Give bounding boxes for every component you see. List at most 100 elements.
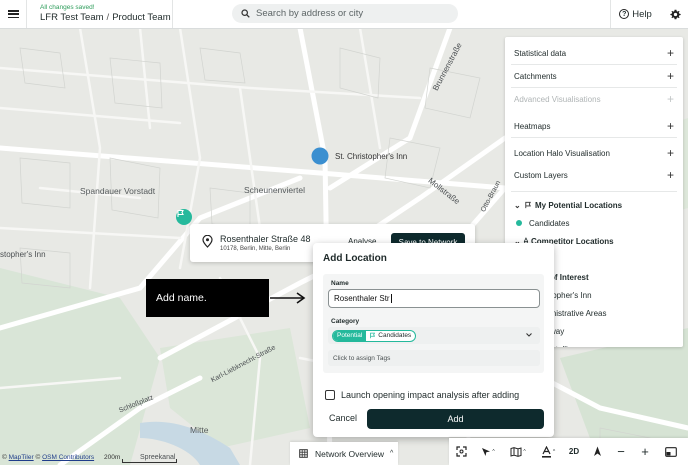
launch-analysis-checkbox[interactable] — [325, 390, 335, 400]
layer-catchments[interactable]: Catchments + — [505, 65, 683, 87]
tree-label: topher's Inn — [550, 290, 592, 300]
network-overview-label: Network Overview — [315, 448, 384, 459]
scale-label: 200m — [104, 454, 121, 461]
poi-marker-circle — [311, 147, 329, 165]
network-overview-toggle[interactable]: Network Overview ^ — [290, 442, 398, 465]
layer-label: Heatmaps — [514, 121, 551, 131]
project-title-block: All changes saved! LFR Test Team / Product… — [27, 0, 173, 28]
help-label: Help — [632, 8, 652, 20]
maptiler-link[interactable]: MapTiler — [9, 454, 34, 461]
text-caret — [390, 294, 392, 303]
save-status: All changes saved! — [40, 4, 95, 11]
cursor-icon — [482, 447, 491, 456]
osm-link[interactable]: OSM Contributors — [42, 454, 94, 461]
tags-input[interactable]: Click to assign Tags — [328, 350, 540, 366]
location-title: Rosenthaler Straße 48 — [220, 234, 311, 244]
scale-bar — [122, 459, 177, 463]
chevron-down-icon[interactable]: ⌄ — [514, 201, 524, 210]
plus-icon[interactable]: + — [667, 46, 674, 60]
layer-label: Statistical data — [514, 48, 567, 58]
layer-label: Custom Layers — [514, 170, 568, 180]
location-address: 10178, Berlin, Mitte, Berlin — [220, 246, 291, 252]
zoom-in-button[interactable]: + — [633, 438, 657, 465]
tree-my-potential-locations[interactable]: ⌄ My Potential Locations — [505, 196, 683, 214]
map-label-spandauer: Spandauer Vorstadt — [80, 186, 156, 196]
flag-icon — [370, 332, 376, 339]
category-label: Category — [331, 318, 360, 325]
category-chip: Potential Candidates — [332, 329, 417, 342]
plus-icon[interactable]: + — [667, 69, 674, 83]
breadcrumb: LFR Test Team / Product Team — [40, 12, 172, 24]
tree-candidates[interactable]: Candidates — [505, 214, 683, 232]
settings-button[interactable] — [662, 0, 688, 28]
map-label-christophers: St. Christopher's Inn — [335, 152, 408, 161]
tutorial-callout: Add name. — [146, 279, 269, 317]
chevron-up-icon: ^ — [389, 450, 394, 457]
category-candidates-wrap: Candidates — [366, 332, 415, 339]
cancel-button[interactable]: Cancel — [329, 413, 357, 423]
caret-up-icon: ^ — [552, 448, 556, 455]
category-candidates: Candidates — [378, 332, 412, 339]
hamburger-icon — [7, 10, 19, 19]
breadcrumb-project[interactable]: Product Team — [112, 12, 170, 23]
add-location-dialog: Add Location Name Rosenthaler Str Catego… — [313, 243, 554, 437]
search-input[interactable] — [256, 8, 446, 19]
map-icon — [510, 446, 522, 457]
layer-heatmaps[interactable]: Heatmaps + — [505, 115, 683, 137]
candidate-dot-icon — [516, 220, 522, 226]
compass-icon — [593, 446, 601, 456]
plus-icon[interactable]: + — [667, 168, 674, 182]
dialog-title: Add Location — [323, 253, 387, 264]
layer-custom-layers[interactable]: Custom Layers + — [505, 164, 683, 186]
help-button[interactable]: ? Help — [610, 0, 660, 28]
tree-label: inistrative Areas — [550, 308, 607, 318]
map-toolbar: ^ ^ ^ 2D − + — [449, 438, 688, 465]
gear-icon — [669, 9, 681, 19]
table-icon — [299, 449, 308, 458]
map-label-scheunenviertel: Scheunenviertel — [244, 185, 305, 195]
map-style-button[interactable]: ^ — [503, 438, 533, 465]
tree-label: Candidates — [529, 218, 570, 228]
minimap-icon — [665, 446, 677, 457]
caret-up-icon: ^ — [492, 448, 495, 455]
search-icon — [241, 9, 250, 18]
layer-location-halo[interactable]: Location Halo Visualisation + — [505, 142, 683, 164]
category-select[interactable]: Potential Candidates — [328, 327, 540, 344]
map-label-christophers-left: stopher's Inn — [0, 250, 46, 259]
callout-text: Add name. — [156, 292, 207, 304]
name-label: Name — [331, 280, 349, 287]
menu-button[interactable] — [0, 0, 27, 28]
plus-icon[interactable]: + — [667, 119, 674, 133]
layer-label: Advanced Visualisations — [514, 94, 601, 104]
top-bar: All changes saved! LFR Test Team / Product… — [0, 0, 688, 29]
chevron-down-icon — [526, 333, 532, 337]
breadcrumb-separator: / — [106, 12, 110, 23]
fit-view-button[interactable] — [449, 438, 473, 465]
copyright-symbol: © — [35, 454, 41, 461]
layer-label: Location Halo Visualisation — [514, 148, 610, 158]
plus-icon[interactable]: + — [667, 146, 674, 160]
breadcrumb-team[interactable]: LFR Test Team — [40, 12, 104, 23]
name-input-value: Rosenthaler Str — [334, 294, 390, 303]
map-attribution: © MapTiler © OSM Contributors — [2, 454, 94, 461]
name-input[interactable]: Rosenthaler Str — [328, 289, 540, 308]
minimap-button[interactable] — [657, 438, 685, 465]
candidate-flag-marker[interactable] — [176, 209, 192, 225]
mode-2d-button[interactable]: 2D — [563, 438, 585, 465]
text-style-button[interactable]: ^ — [533, 438, 563, 465]
layer-label: Catchments — [514, 71, 557, 81]
layer-statistical-data[interactable]: Statistical data + — [505, 42, 683, 64]
search-bar[interactable] — [232, 4, 458, 23]
zoom-out-button[interactable]: − — [609, 438, 633, 465]
layer-advanced-visualisations: Advanced Visualisations + — [505, 88, 683, 110]
help-icon: ? — [619, 9, 630, 19]
select-tool-button[interactable]: ^ — [473, 438, 503, 465]
caret-up-icon: ^ — [523, 448, 526, 455]
add-button[interactable]: Add — [367, 409, 544, 429]
compass-button[interactable] — [585, 438, 609, 465]
copyright-symbol: © — [2, 454, 7, 461]
tree-label: of Interest — [550, 272, 589, 282]
launch-analysis-label: Launch opening impact analysis after add… — [341, 390, 520, 400]
launch-analysis-row[interactable]: Launch opening impact analysis after add… — [325, 390, 519, 400]
tree-label: My Potential Locations — [535, 200, 623, 210]
